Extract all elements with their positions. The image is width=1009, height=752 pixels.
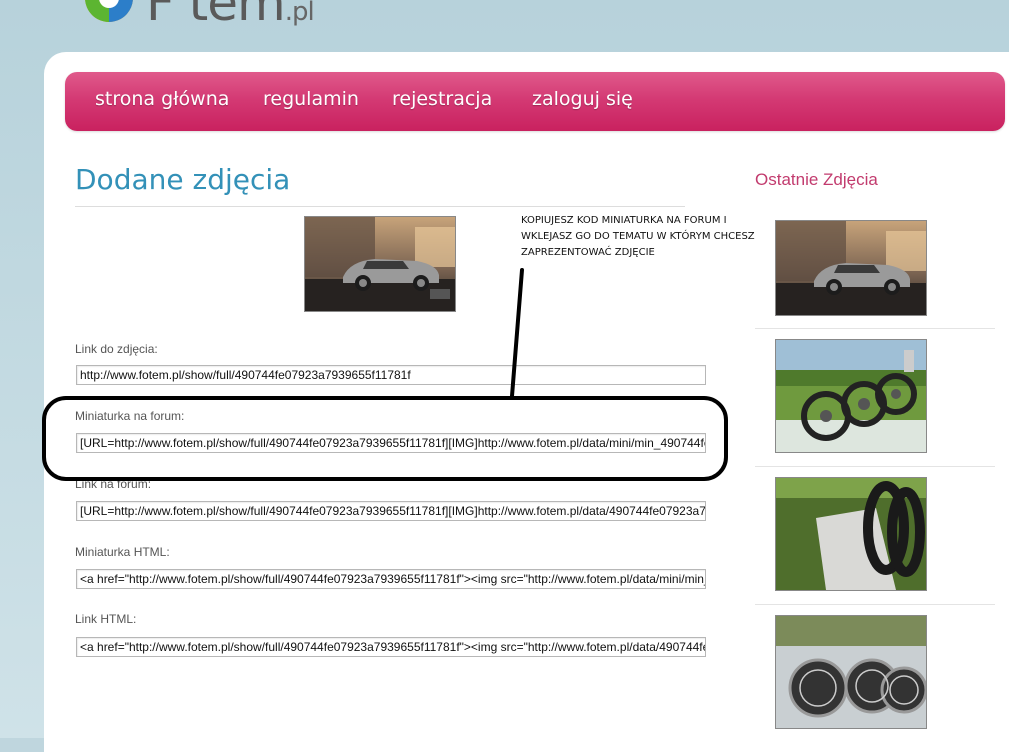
sidebar-divider xyxy=(755,328,995,329)
sidebar-divider xyxy=(755,466,995,467)
html-link-label: Link HTML: xyxy=(75,612,137,626)
uploaded-photo-thumbnail[interactable] xyxy=(304,216,456,312)
html-link-field[interactable]: <a href="http://www.fotem.pl/show/full/4… xyxy=(76,637,706,657)
nav-login[interactable]: zaloguj się xyxy=(532,88,633,110)
nav-register[interactable]: rejestracja xyxy=(392,88,492,110)
logo-icon xyxy=(85,0,133,22)
sidebar-divider xyxy=(755,604,995,605)
recent-photos-title: Ostatnie Zdjęcia xyxy=(755,170,878,189)
main-navigation: strona główna regulamin rejestracja zalo… xyxy=(65,72,1005,131)
nav-terms[interactable]: regulamin xyxy=(263,88,359,110)
forum-thumbnail-label: Miniaturka na forum: xyxy=(75,409,185,423)
photo-link-field[interactable]: http://www.fotem.pl/show/full/490744fe07… xyxy=(76,365,706,385)
recent-photo-thumbnail[interactable] xyxy=(775,339,927,453)
forum-link-label: Link na forum: xyxy=(75,477,152,491)
forum-thumbnail-field[interactable]: [URL=http://www.fotem.pl/show/full/49074… xyxy=(76,433,706,453)
logo-suffix: .pl xyxy=(284,0,315,27)
html-thumbnail-label: Miniaturka HTML: xyxy=(75,545,170,559)
nav-home[interactable]: strona główna xyxy=(95,88,229,110)
forum-link-field[interactable]: [URL=http://www.fotem.pl/show/full/49074… xyxy=(76,501,706,521)
page-title: Dodane zdjęcia xyxy=(75,163,291,196)
recent-photo-thumbnail[interactable] xyxy=(775,615,927,729)
recent-photo-thumbnail[interactable] xyxy=(775,477,927,591)
recent-photo-thumbnail[interactable] xyxy=(775,220,927,316)
logo-text: F tem.pl xyxy=(146,0,315,28)
photo-link-label: Link do zdjęcia: xyxy=(75,342,158,356)
annotation-note: KOPIUJESZ KOD MINIATURKA NA FORUM I WKLE… xyxy=(521,215,755,258)
title-divider xyxy=(75,206,685,207)
site-logo[interactable] xyxy=(74,0,144,36)
html-thumbnail-field[interactable]: <a href="http://www.fotem.pl/show/full/4… xyxy=(76,569,706,589)
